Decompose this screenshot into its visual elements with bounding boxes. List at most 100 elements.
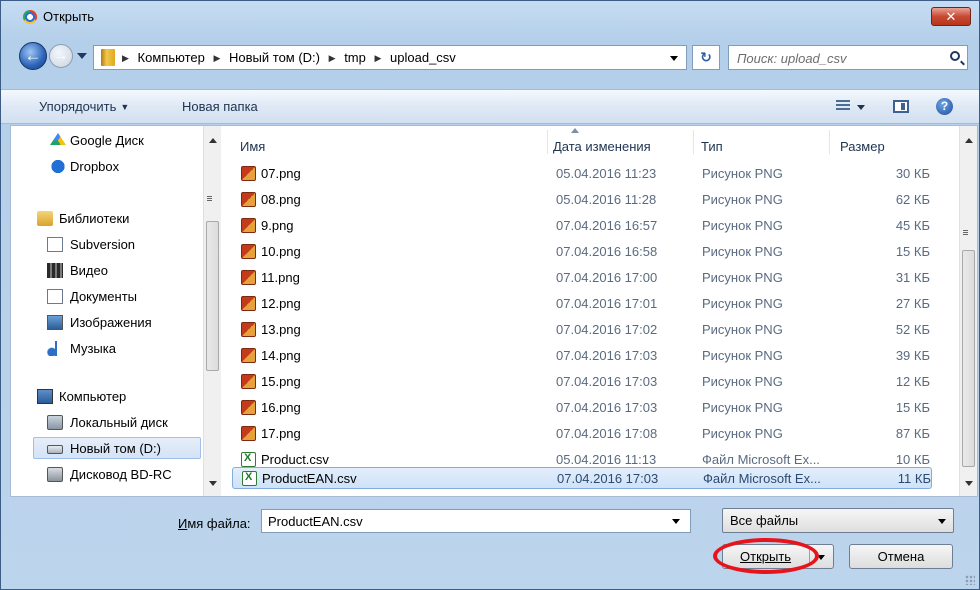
help-icon[interactable]: ? bbox=[936, 98, 953, 115]
nav-item-label: Изображения bbox=[70, 315, 152, 330]
file-list-scrollbar[interactable] bbox=[959, 126, 977, 496]
preview-pane-icon[interactable] bbox=[893, 100, 909, 113]
computer-icon bbox=[37, 389, 53, 404]
scroll-down-icon[interactable] bbox=[209, 481, 217, 486]
nav-item-google-drive[interactable]: Google Диск bbox=[11, 130, 211, 152]
file-row[interactable]: 14.png 07.04.2016 17:03 Рисунок PNG 39 К… bbox=[232, 345, 932, 367]
file-name: 15.png bbox=[261, 374, 301, 389]
window-title: Открыть bbox=[43, 9, 95, 24]
file-row[interactable]: 15.png 07.04.2016 17:03 Рисунок PNG 12 К… bbox=[232, 371, 932, 393]
column-divider[interactable] bbox=[547, 130, 548, 154]
file-date: 05.04.2016 11:28 bbox=[556, 192, 657, 207]
file-type-filter[interactable]: Все файлы bbox=[722, 508, 954, 533]
file-row[interactable]: 07.png 05.04.2016 11:23 Рисунок PNG 30 К… bbox=[232, 163, 932, 185]
breadcrumb-upload-csv[interactable]: upload_csv bbox=[390, 50, 456, 65]
nav-scrollbar[interactable] bbox=[203, 126, 221, 496]
nav-item-computer[interactable]: Компьютер bbox=[11, 386, 211, 408]
nav-item-new-volume-d[interactable]: Новый том (D:) bbox=[33, 437, 201, 459]
filename-input[interactable] bbox=[268, 513, 658, 530]
file-name: 16.png bbox=[261, 400, 301, 415]
breadcrumb: ▶ Компьютер ▶ Новый том (D:) ▶ tmp ▶ upl… bbox=[122, 50, 461, 65]
file-row[interactable]: 17.png 07.04.2016 17:08 Рисунок PNG 87 К… bbox=[232, 423, 932, 445]
open-button[interactable]: Открыть bbox=[722, 544, 834, 569]
file-row[interactable]: 13.png 07.04.2016 17:02 Рисунок PNG 52 К… bbox=[232, 319, 932, 341]
nav-item-label: Музыка bbox=[70, 341, 116, 356]
column-header-date[interactable]: Дата изменения bbox=[553, 126, 651, 154]
chevron-down-icon[interactable] bbox=[672, 519, 680, 524]
recent-locations-dropdown[interactable] bbox=[77, 53, 87, 59]
search-icon[interactable] bbox=[950, 51, 960, 61]
file-name: 10.png bbox=[261, 244, 301, 259]
nav-item-dropbox[interactable]: Dropbox bbox=[11, 156, 211, 178]
nav-item-local-disk[interactable]: Локальный диск bbox=[11, 412, 211, 434]
search-box[interactable] bbox=[728, 45, 968, 70]
file-row[interactable]: 9.png 07.04.2016 16:57 Рисунок PNG 45 КБ bbox=[232, 215, 932, 237]
search-input[interactable] bbox=[737, 49, 937, 67]
file-date: 05.04.2016 11:13 bbox=[556, 452, 657, 467]
libraries-icon bbox=[37, 211, 53, 226]
address-bar[interactable]: ▶ Компьютер ▶ Новый том (D:) ▶ tmp ▶ upl… bbox=[93, 45, 687, 70]
png-file-icon bbox=[241, 192, 256, 207]
file-size: 62 КБ bbox=[895, 192, 930, 207]
file-type: Рисунок PNG bbox=[702, 166, 783, 181]
column-header-size[interactable]: Размер bbox=[840, 126, 885, 154]
file-row[interactable]: 12.png 07.04.2016 17:01 Рисунок PNG 27 К… bbox=[232, 293, 932, 315]
open-options-dropdown[interactable] bbox=[817, 555, 825, 560]
chevron-right-icon[interactable]: ▶ bbox=[374, 53, 381, 63]
nav-item-bd-drive[interactable]: Дисковод BD-RC bbox=[11, 464, 211, 486]
file-row-selected[interactable]: ProductEAN.csv 07.04.2016 17:03 Файл Mic… bbox=[232, 467, 932, 489]
cancel-button[interactable]: Отмена bbox=[849, 544, 953, 569]
breadcrumb-drive[interactable]: Новый том (D:) bbox=[229, 50, 320, 65]
nav-item-libraries[interactable]: Библиотеки bbox=[11, 208, 211, 230]
arrow-left-icon: ← bbox=[24, 46, 42, 65]
nav-item-documents[interactable]: Документы bbox=[11, 286, 211, 308]
view-dropdown[interactable] bbox=[857, 105, 865, 110]
file-row[interactable]: 08.png 05.04.2016 11:28 Рисунок PNG 62 К… bbox=[232, 189, 932, 211]
file-row[interactable]: 10.png 07.04.2016 16:58 Рисунок PNG 15 К… bbox=[232, 241, 932, 263]
file-row[interactable]: 11.png 07.04.2016 17:00 Рисунок PNG 31 К… bbox=[232, 267, 932, 289]
chevron-right-icon[interactable]: ▶ bbox=[213, 53, 220, 63]
scrollbar-thumb[interactable] bbox=[206, 221, 219, 371]
nav-item-images[interactable]: Изображения bbox=[11, 312, 211, 334]
scrollbar-thumb[interactable] bbox=[962, 250, 975, 467]
file-type: Рисунок PNG bbox=[702, 426, 783, 441]
breadcrumb-tmp[interactable]: tmp bbox=[344, 50, 366, 65]
close-button[interactable]: ✕ bbox=[931, 7, 971, 26]
organize-button[interactable]: Упорядочить ▼ bbox=[39, 99, 129, 114]
column-header-type[interactable]: Тип bbox=[701, 126, 723, 154]
file-date: 07.04.2016 16:58 bbox=[556, 244, 658, 259]
nav-item-music[interactable]: Музыка bbox=[11, 338, 211, 360]
png-file-icon bbox=[241, 322, 256, 337]
scroll-up-icon[interactable] bbox=[209, 138, 217, 143]
new-folder-button[interactable]: Новая папка bbox=[182, 99, 258, 114]
scroll-down-icon[interactable] bbox=[965, 481, 973, 486]
file-size: 45 КБ bbox=[895, 218, 930, 233]
scroll-grip-icon bbox=[207, 196, 212, 202]
png-file-icon bbox=[241, 166, 256, 181]
file-type: Рисунок PNG bbox=[702, 374, 783, 389]
file-date: 07.04.2016 17:01 bbox=[556, 296, 658, 311]
file-date: 07.04.2016 17:00 bbox=[556, 270, 658, 285]
chevron-right-icon[interactable]: ▶ bbox=[329, 53, 336, 63]
music-icon bbox=[47, 341, 63, 356]
file-type: Рисунок PNG bbox=[702, 400, 783, 415]
scroll-up-icon[interactable] bbox=[965, 138, 973, 143]
view-options-icon[interactable] bbox=[836, 100, 850, 112]
file-name: ProductEAN.csv bbox=[262, 471, 357, 486]
column-header-name[interactable]: Имя bbox=[240, 126, 265, 154]
nav-item-video[interactable]: Видео bbox=[11, 260, 211, 282]
refresh-button[interactable]: ↻ bbox=[692, 45, 720, 70]
column-divider[interactable] bbox=[693, 130, 694, 154]
toolbar: Упорядочить ▼ Новая папка ? bbox=[1, 89, 979, 124]
breadcrumb-computer[interactable]: Компьютер bbox=[138, 50, 205, 65]
forward-button[interactable]: → bbox=[49, 44, 73, 68]
column-divider[interactable] bbox=[829, 130, 830, 154]
filename-combobox[interactable] bbox=[261, 509, 691, 533]
file-date: 07.04.2016 17:03 bbox=[556, 348, 658, 363]
resize-grip-icon[interactable] bbox=[965, 575, 975, 585]
chevron-right-icon[interactable]: ▶ bbox=[122, 53, 129, 63]
nav-item-subversion[interactable]: Subversion bbox=[11, 234, 211, 256]
chevron-down-icon[interactable] bbox=[670, 56, 678, 61]
back-button[interactable]: ← bbox=[19, 42, 47, 70]
file-row[interactable]: 16.png 07.04.2016 17:03 Рисунок PNG 15 К… bbox=[232, 397, 932, 419]
